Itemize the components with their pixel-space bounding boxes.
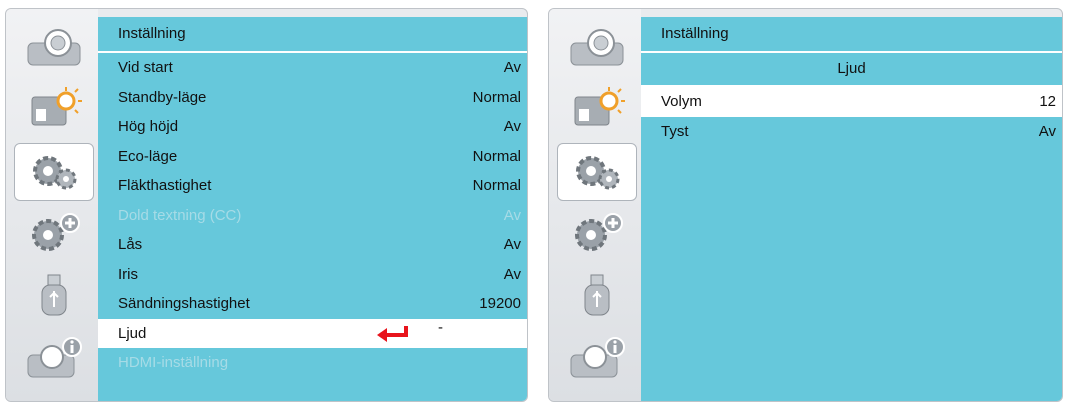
menu-item-label: Fläkthastighet [118, 177, 212, 195]
osd-panel-left: Inställning Vid start Av Standby-läge No… [5, 8, 528, 402]
menu-item-label: Tyst [661, 122, 689, 140]
menu-item-eco-lage[interactable]: Eco-läge Normal [98, 142, 527, 172]
menu-item-volym[interactable]: Volym 12 [641, 87, 1062, 117]
menu-item-value: Av [503, 206, 521, 224]
menu-item-label: Volym [661, 93, 702, 111]
menu-item-value: - [438, 318, 443, 336]
menu-item-iris[interactable]: Iris Av [98, 260, 527, 290]
menu-item-label: Iris [118, 265, 138, 283]
setup-gears-icon[interactable] [557, 143, 637, 201]
sound-submenu: Inställning Ljud Volym 12 Tyst Av [641, 17, 1062, 401]
menu-item-las[interactable]: Lås Av [98, 230, 527, 260]
menu-item-label: Eco-läge [118, 147, 178, 165]
setup-menu: Inställning Vid start Av Standby-läge No… [98, 17, 527, 401]
image-adjust-icon[interactable] [557, 19, 637, 77]
display-settings-icon[interactable] [557, 81, 637, 139]
category-icon-column [549, 9, 641, 401]
menu-title: Inställning [98, 17, 527, 53]
advanced-setup-icon[interactable] [14, 205, 94, 263]
menu-item-flakthastighet[interactable]: Fläkthastighet Normal [98, 171, 527, 201]
menu-item-value: 12 [1039, 93, 1056, 111]
submenu-title: Ljud [641, 53, 1062, 87]
menu-item-value: Av [503, 59, 521, 77]
menu-item-value: Normal [472, 88, 521, 106]
menu-item-value: Av [503, 118, 521, 136]
menu-item-standby-lage[interactable]: Standby-läge Normal [98, 83, 527, 113]
usb-icon[interactable] [557, 267, 637, 325]
menu-item-sandningshastighet[interactable]: Sändningshastighet 19200 [98, 289, 527, 319]
menu-item-vid-start[interactable]: Vid start Av [98, 53, 527, 83]
menu-item-label: Sändningshastighet [118, 295, 250, 313]
menu-item-value: Av [503, 265, 521, 283]
image-adjust-icon[interactable] [14, 19, 94, 77]
menu-title: Inställning [641, 17, 1062, 53]
menu-item-tyst[interactable]: Tyst Av [641, 117, 1062, 147]
advanced-setup-icon[interactable] [557, 205, 637, 263]
menu-item-value: Av [503, 236, 521, 254]
menu-item-hdmi-installning: HDMI-inställning [98, 348, 527, 378]
enter-arrow-icon [377, 325, 408, 342]
menu-item-label: Dold textning (CC) [118, 206, 242, 224]
menu-item-label: HDMI-inställning [118, 354, 229, 372]
category-icon-column [6, 9, 98, 401]
menu-item-label: Vid start [118, 59, 173, 77]
menu-item-label: Ljud [118, 324, 147, 342]
display-settings-icon[interactable] [14, 81, 94, 139]
information-icon[interactable] [557, 329, 637, 387]
menu-item-value: 19200 [479, 295, 521, 313]
menu-item-label: Lås [118, 236, 143, 254]
menu-item-hog-hojd[interactable]: Hög höjd Av [98, 112, 527, 142]
information-icon[interactable] [14, 329, 94, 387]
menu-item-label: Standby-läge [118, 88, 207, 106]
menu-item-dold-textning: Dold textning (CC) Av [98, 201, 527, 231]
menu-item-value: Normal [472, 177, 521, 195]
menu-item-value: Av [1038, 122, 1056, 140]
osd-panel-right: Inställning Ljud Volym 12 Tyst Av [548, 8, 1063, 402]
menu-item-label: Hög höjd [118, 118, 179, 136]
usb-icon[interactable] [14, 267, 94, 325]
menu-item-ljud[interactable]: Ljud - [98, 318, 527, 348]
setup-gears-icon[interactable] [14, 143, 94, 201]
menu-item-value: Normal [472, 147, 521, 165]
